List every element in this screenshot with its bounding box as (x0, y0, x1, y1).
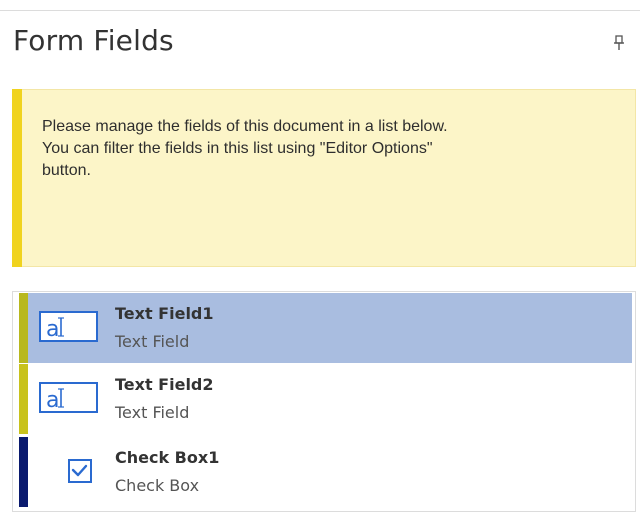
check-box-icon (68, 459, 92, 483)
field-type: Text Field (115, 403, 190, 422)
field-item-text-field1[interactable]: a Text Field1 Text Field (19, 293, 632, 363)
field-name: Check Box1 (115, 448, 220, 467)
field-name: Text Field2 (115, 375, 214, 394)
field-type: Check Box (115, 476, 200, 495)
text-field-icon: a (39, 382, 98, 413)
info-message-text: Please manage the fields of this documen… (42, 116, 602, 182)
info-accent-bar (12, 89, 22, 267)
pin-icon[interactable] (612, 35, 626, 51)
top-divider (0, 10, 640, 11)
field-item-text-field2[interactable]: a Text Field2 Text Field (19, 364, 632, 434)
info-line-2: You can filter the fields in this list u… (42, 140, 433, 157)
text-field-icon: a (39, 311, 98, 342)
info-line-3: button. (42, 162, 91, 179)
panel-title: Form Fields (13, 24, 174, 57)
field-item-check-box1[interactable]: Check Box1 Check Box (19, 437, 632, 507)
field-type: Text Field (115, 332, 190, 351)
field-name: Text Field1 (115, 304, 214, 323)
field-stripe (19, 364, 28, 434)
svg-text:a: a (46, 317, 59, 342)
svg-text:a: a (46, 388, 59, 413)
field-stripe (19, 437, 28, 507)
info-line-1: Please manage the fields of this documen… (42, 118, 448, 135)
field-stripe (19, 293, 28, 363)
